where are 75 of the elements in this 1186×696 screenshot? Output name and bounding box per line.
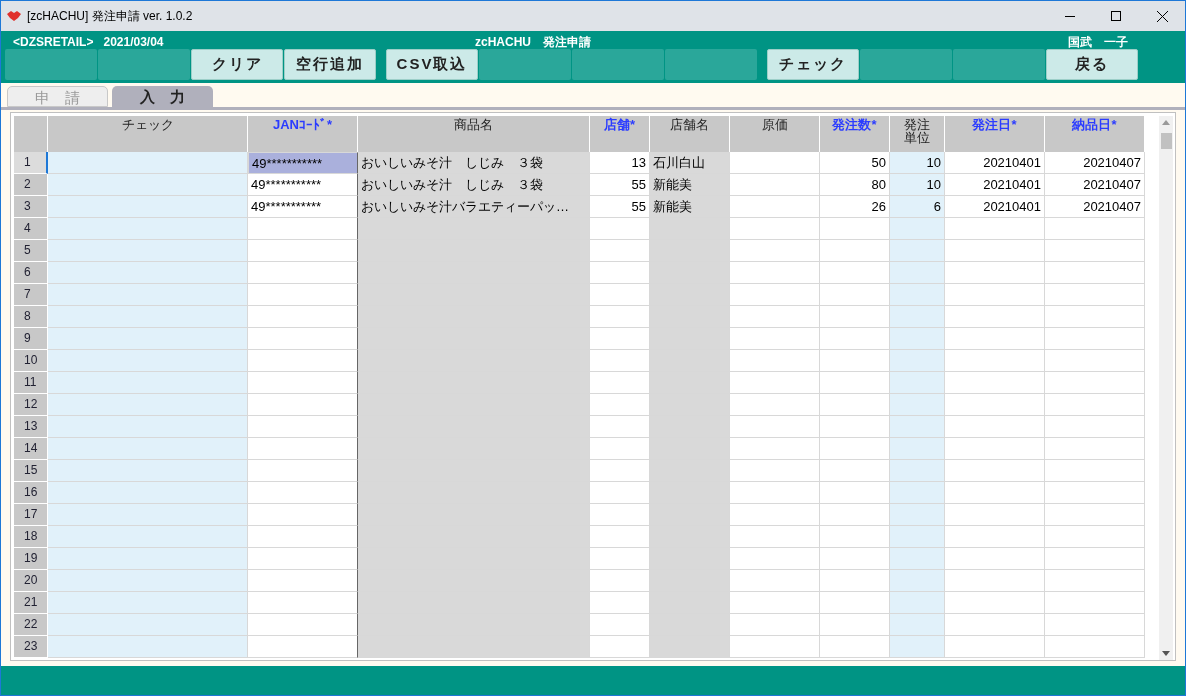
row-number[interactable]: 15 [14, 460, 48, 482]
toolbar-button[interactable]: CSV取込 [386, 49, 478, 80]
header-date: 2021/03/04 [103, 36, 164, 48]
column-label: 納品日* [1072, 118, 1117, 131]
row-number[interactable]: 18 [14, 526, 48, 548]
table-cell[interactable]: 10 [890, 152, 945, 174]
row-number[interactable]: 2 [14, 174, 48, 196]
row-number[interactable]: 10 [14, 350, 48, 372]
table-cell[interactable]: 80 [820, 174, 890, 196]
table-cell[interactable]: 20210407 [1045, 152, 1145, 174]
row-number[interactable]: 11 [14, 372, 48, 394]
scroll-down-icon [1162, 651, 1170, 656]
column-label: 発注単位 [904, 118, 930, 144]
table-cell[interactable]: 20210407 [1045, 174, 1145, 196]
row-number[interactable]: 19 [14, 548, 48, 570]
table-cell[interactable]: 55 [590, 174, 650, 196]
table-cell[interactable]: 26 [820, 196, 890, 218]
table-cell[interactable]: 49*********** [248, 174, 358, 196]
row-number[interactable]: 23 [14, 636, 48, 658]
column-label: 発注日* [972, 118, 1017, 131]
toolbar-button[interactable]: チェック [767, 49, 859, 80]
row-number[interactable]: 7 [14, 284, 48, 306]
column-label: 店舗名 [670, 118, 709, 131]
table-cell[interactable]: おいしいみそ汁バラエティーパッ… [358, 196, 590, 218]
minimize-icon [1065, 15, 1075, 17]
table-cell[interactable]: 13 [590, 152, 650, 174]
row-number[interactable]: 1 [14, 152, 48, 174]
row-number[interactable]: 9 [14, 328, 48, 350]
toolbar-button[interactable]: 戻る [1046, 49, 1138, 80]
scroll-thumb[interactable] [1160, 133, 1172, 149]
column-label: 発注数* [832, 118, 877, 131]
row-number[interactable]: 22 [14, 614, 48, 636]
table-cell[interactable]: 20210401 [945, 152, 1045, 174]
table-cell[interactable]: 49*********** [248, 152, 358, 174]
row-number[interactable]: 4 [14, 218, 48, 240]
row-number[interactable]: 21 [14, 592, 48, 614]
column-label: 商品名 [454, 118, 493, 131]
table-cell[interactable]: 20210401 [945, 174, 1045, 196]
column-label: チェック [121, 118, 174, 131]
company-code: <DZSRETAIL> [13, 36, 94, 48]
column-label: 原価 [761, 118, 788, 131]
row-number[interactable]: 17 [14, 504, 48, 526]
table-cell[interactable]: 20210401 [945, 196, 1045, 218]
row-number[interactable]: 14 [14, 438, 48, 460]
table-cell[interactable]: おいしいみそ汁 しじみ ３袋 [358, 174, 590, 196]
table-cell[interactable]: 49*********** [248, 196, 358, 218]
toolbar-button[interactable]: クリア [191, 49, 283, 80]
column-label: JANｺｰﾄﾞ* [272, 118, 333, 131]
table-cell[interactable]: 20210407 [1045, 196, 1145, 218]
table-cell[interactable]: 新能美 [650, 196, 730, 218]
table-cell[interactable]: 10 [890, 174, 945, 196]
row-number[interactable]: 12 [14, 394, 48, 416]
row-number[interactable]: 3 [14, 196, 48, 218]
toolbar-button[interactable]: 空行追加 [284, 49, 376, 80]
tab[interactable]: 入 力 [112, 86, 213, 107]
table-cell[interactable]: 新能美 [650, 174, 730, 196]
close-icon [1156, 10, 1168, 22]
user-name: 国武 一子 [1068, 36, 1128, 48]
column-label: 店舗* [603, 118, 636, 131]
table-cell[interactable]: 6 [890, 196, 945, 218]
row-number[interactable]: 5 [14, 240, 48, 262]
table-cell[interactable]: 55 [590, 196, 650, 218]
scrollbar[interactable] [1159, 116, 1173, 660]
screen-title: zcHACHU 発注申請 [475, 36, 591, 48]
row-number[interactable]: 6 [14, 262, 48, 284]
table-cell[interactable]: 50 [820, 152, 890, 174]
maximize-icon [1111, 11, 1121, 21]
row-number[interactable]: 16 [14, 482, 48, 504]
row-number[interactable]: 8 [14, 306, 48, 328]
row-number[interactable]: 13 [14, 416, 48, 438]
scroll-up-icon [1162, 120, 1170, 125]
window-title: [zcHACHU] 発注申請 ver. 1.0.2 [27, 8, 193, 25]
table-cell[interactable]: 石川白山 [650, 152, 730, 174]
row-number[interactable]: 20 [14, 570, 48, 592]
table-cell[interactable]: おいしいみそ汁 しじみ ３袋 [358, 152, 590, 174]
